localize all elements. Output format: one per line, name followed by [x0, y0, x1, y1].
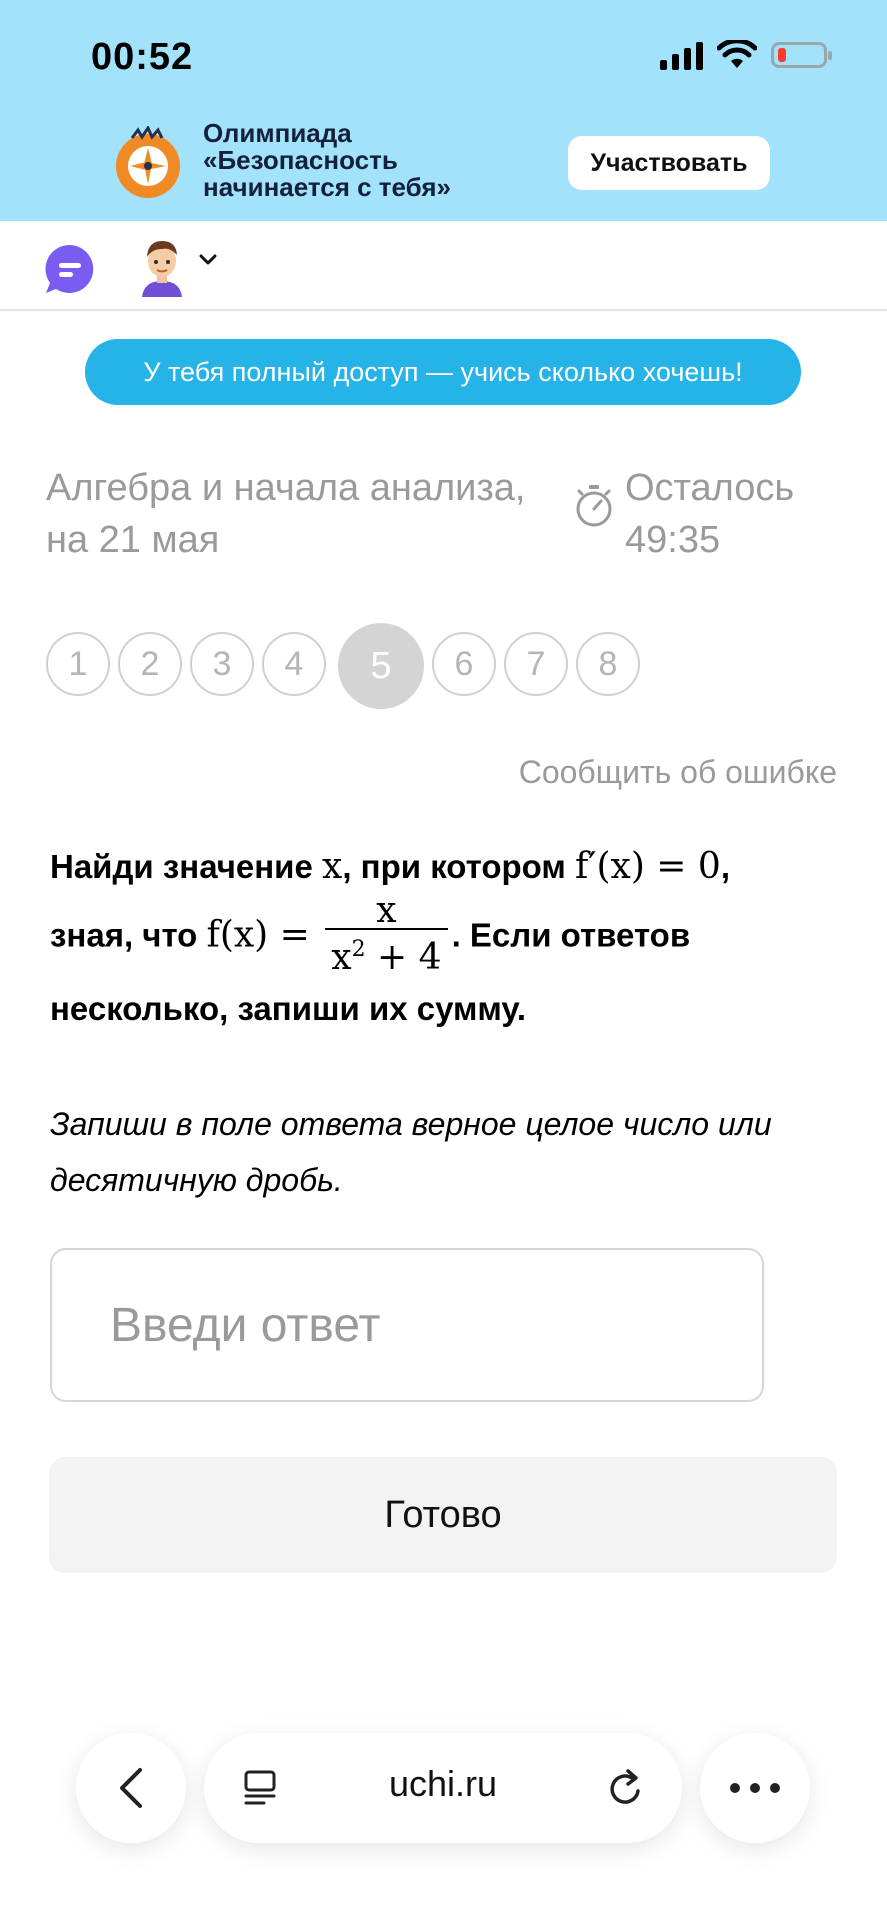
- fraction: x x2 + 4: [325, 893, 448, 978]
- browser-back-button[interactable]: [76, 1733, 186, 1843]
- done-button[interactable]: Готово: [49, 1457, 837, 1573]
- app-header: [0, 221, 887, 311]
- question-nav-item[interactable]: 7: [504, 632, 568, 696]
- status-time: 00:52: [91, 36, 194, 78]
- question-nav-item-active[interactable]: 5: [338, 623, 424, 709]
- full-access-banner: У тебя полный доступ — учись сколько хоч…: [85, 339, 801, 405]
- question-nav-item[interactable]: 8: [576, 632, 640, 696]
- reload-icon[interactable]: [606, 1767, 646, 1809]
- dot: [730, 1783, 740, 1793]
- chat-bubble-icon[interactable]: [42, 241, 98, 297]
- olympiad-logo-icon: [116, 126, 180, 198]
- banner-title: Олимпиада «Безопасность начинается с теб…: [203, 118, 452, 202]
- address-bar[interactable]: uchi.ru: [204, 1733, 682, 1843]
- dot: [770, 1783, 780, 1793]
- status-icons: [660, 40, 832, 70]
- participate-button[interactable]: Участвовать: [568, 136, 770, 190]
- question-nav-item[interactable]: 6: [432, 632, 496, 696]
- avatar-icon[interactable]: [136, 235, 188, 297]
- question-nav-item[interactable]: 1: [46, 632, 110, 696]
- answer-input[interactable]: [50, 1248, 764, 1402]
- more-options-button[interactable]: [700, 1733, 810, 1843]
- stopwatch-icon: [576, 485, 612, 527]
- question-nav-item[interactable]: 2: [118, 632, 182, 696]
- chevron-down-icon[interactable]: [198, 253, 218, 267]
- time-remaining: Осталось 49:35: [625, 467, 795, 561]
- report-error-link[interactable]: Сообщить об ошибке: [519, 754, 837, 791]
- dot: [750, 1783, 760, 1793]
- question-nav-item[interactable]: 4: [262, 632, 326, 696]
- question-text: Найди значение x, при котором f′(x) = 0,…: [50, 846, 730, 1027]
- battery-icon: [771, 42, 832, 68]
- question-nav-item[interactable]: 3: [190, 632, 254, 696]
- answer-instruction: Запиши в поле ответа верное целое число …: [50, 1106, 772, 1198]
- chevron-left-icon: [120, 1768, 142, 1808]
- lesson-subject: Алгебра и начала анализа, на 21 мая: [46, 467, 526, 561]
- olympiad-banner: 00:52 Олимпиада «Безопасность начинается…: [0, 0, 887, 221]
- cellular-signal-icon: [660, 40, 703, 70]
- wifi-icon: [717, 40, 757, 68]
